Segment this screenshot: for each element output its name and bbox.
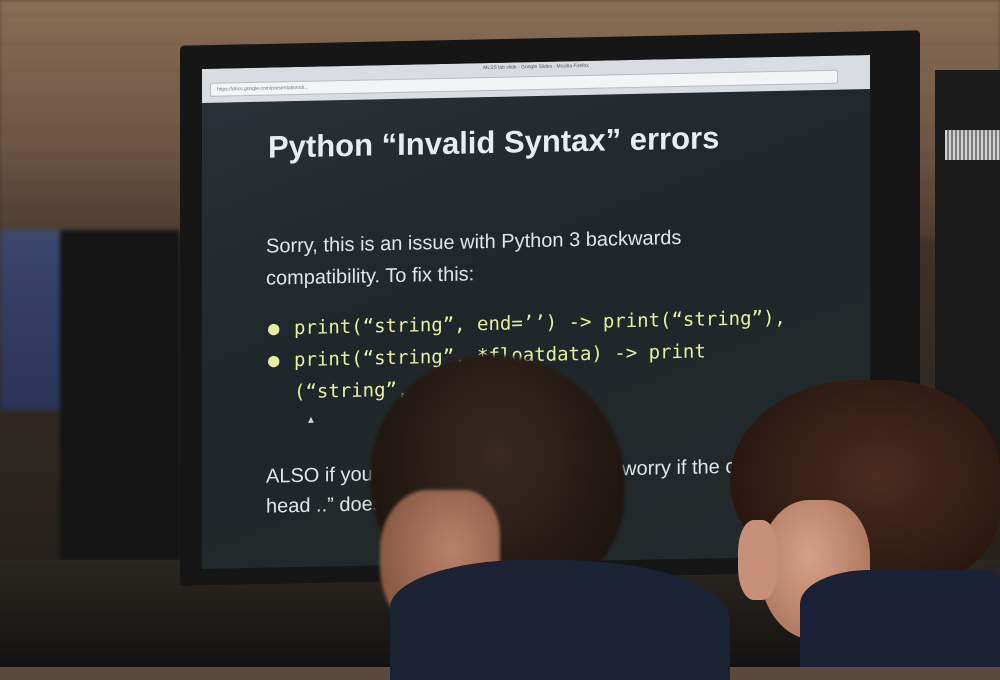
background-server-rack (60, 230, 180, 560)
code-text: print(“string”, end=’’) -> print(“string… (294, 306, 786, 340)
person-right-hand (738, 520, 778, 600)
mouse-cursor-icon: ▲ (306, 414, 316, 426)
rack-grille (945, 130, 1000, 160)
person-right-shirt (800, 570, 1000, 667)
bullet-icon: ● (268, 317, 280, 340)
slide-intro-line-1: Sorry, this is an issue with Python 3 ba… (266, 226, 682, 258)
bullet-icon: ● (268, 349, 280, 372)
slide-intro-line-2: compatibility. To fix this: (266, 263, 475, 290)
slide-title: Python “Invalid Syntax” errors (268, 120, 720, 165)
person-foreground-shirt (390, 560, 730, 680)
code-bullet-1: ● print(“string”, end=’’) -> print(“strin… (268, 307, 786, 340)
